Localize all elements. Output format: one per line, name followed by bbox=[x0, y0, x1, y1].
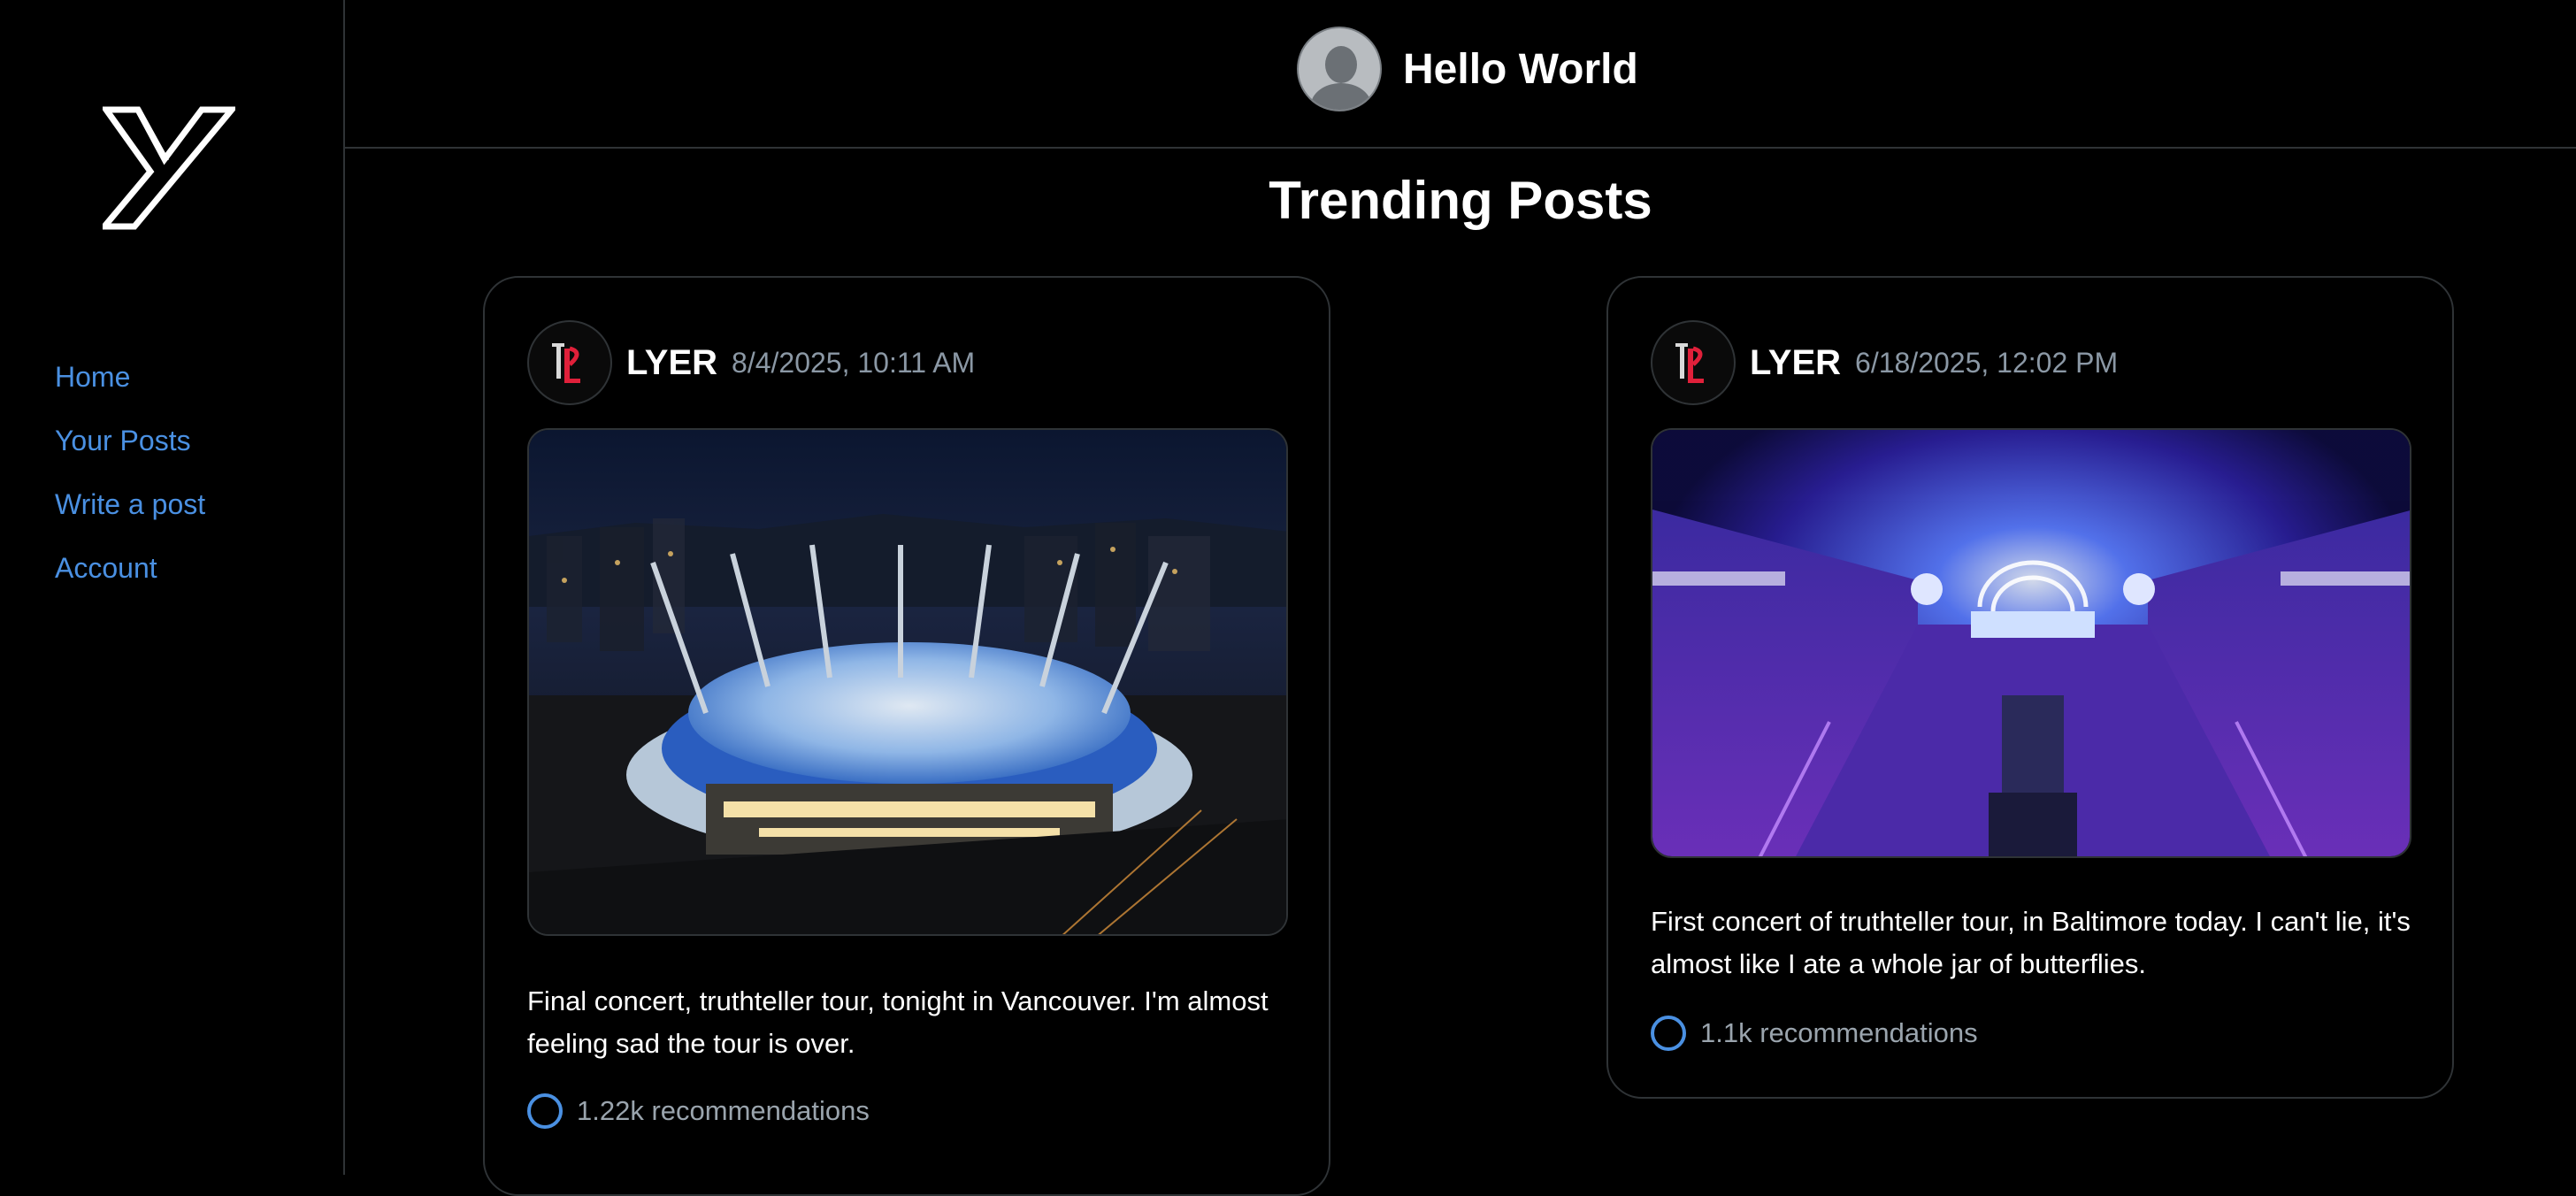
post-text: Final concert, truthteller tour, tonight… bbox=[527, 985, 1269, 1059]
recommendation-row: 1.22k recommendations bbox=[527, 1093, 870, 1129]
user-profile[interactable]: Hello World bbox=[1297, 27, 1638, 111]
nav-account-link[interactable]: Account bbox=[55, 545, 157, 591]
page-title: Trending Posts bbox=[1269, 171, 1652, 230]
author-avatar-icon[interactable] bbox=[527, 320, 612, 405]
recommend-button[interactable] bbox=[1651, 1016, 1686, 1051]
post-image bbox=[1651, 428, 2411, 858]
recommend-button[interactable] bbox=[527, 1093, 563, 1129]
post-header: LYER 8/4/2025, 10:11 AM bbox=[527, 320, 975, 405]
post-timestamp: 8/4/2025, 10:11 AM bbox=[732, 346, 976, 379]
post-timestamp: 6/18/2025, 12:02 PM bbox=[1855, 346, 2119, 379]
y-logo-icon[interactable] bbox=[97, 106, 239, 230]
nav-write-post-link[interactable]: Write a post bbox=[55, 481, 205, 527]
post-image bbox=[527, 428, 1288, 936]
author-avatar-icon[interactable] bbox=[1651, 320, 1736, 405]
user-name: Hello World bbox=[1403, 45, 1638, 93]
post-author[interactable]: LYER bbox=[1750, 343, 1841, 383]
post-header: LYER 6/18/2025, 12:02 PM bbox=[1651, 320, 2118, 405]
sidebar: Home Your Posts Write a post Account bbox=[0, 0, 345, 1175]
top-header: Hello World bbox=[345, 0, 2576, 149]
recommendation-count: 1.22k recommendations bbox=[577, 1095, 870, 1126]
post-author[interactable]: LYER bbox=[626, 343, 717, 383]
user-avatar-icon[interactable] bbox=[1297, 27, 1382, 111]
post-card[interactable]: LYER 6/18/2025, 12:02 PM First concert o… bbox=[1606, 276, 2454, 1099]
recommendation-count: 1.1k recommendations bbox=[1700, 1017, 1978, 1048]
nav-your-posts-link[interactable]: Your Posts bbox=[55, 418, 191, 464]
sidebar-nav: Home Your Posts Write a post Account bbox=[55, 354, 205, 609]
post-card[interactable]: LYER 8/4/2025, 10:11 AM Final concert, t… bbox=[483, 276, 1330, 1196]
nav-home-link[interactable]: Home bbox=[55, 354, 130, 400]
post-text: First concert of truthteller tour, in Ba… bbox=[1651, 906, 2411, 979]
recommendation-row: 1.1k recommendations bbox=[1651, 1016, 1978, 1051]
